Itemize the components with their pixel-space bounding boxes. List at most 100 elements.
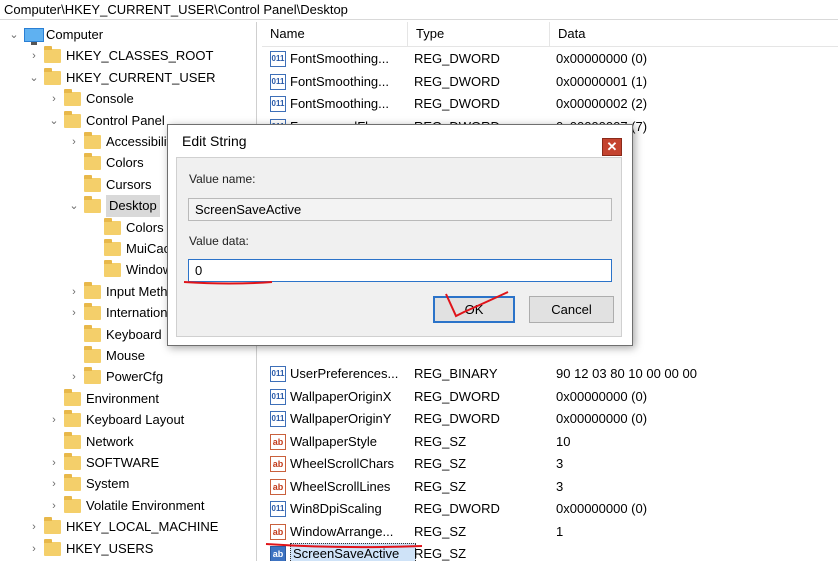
table-row[interactable]: 011 Win8DpiScaling REG_DWORD 0x00000000 (0) (262, 498, 838, 520)
chevron-down-icon[interactable]: ⌄ (48, 110, 60, 132)
chevron-down-icon[interactable]: ⌄ (68, 195, 80, 217)
chevron-right-icon[interactable]: › (48, 409, 60, 431)
table-row[interactable]: ab WheelScrollLines REG_SZ 3 (262, 476, 838, 498)
chevron-right-icon[interactable]: › (48, 88, 60, 110)
tree-node[interactable]: › System (0, 473, 256, 495)
tree-node[interactable]: › SOFTWARE (0, 452, 256, 474)
binary-value-icon: 011 (270, 501, 286, 517)
chevron-right-icon[interactable]: › (48, 473, 60, 495)
chevron-right-icon[interactable]: › (68, 366, 80, 388)
tree-node-label: Keyboard (106, 326, 162, 342)
value-data: 1 (556, 523, 564, 539)
binary-value-icon: 011 (270, 51, 286, 67)
dialog-titlebar[interactable]: Edit String ✕ (168, 125, 632, 157)
table-row[interactable]: ab WindowArrange... REG_SZ 1 (262, 521, 838, 543)
tree-node[interactable]: › Volatile Environment (0, 495, 256, 517)
folder-icon (104, 217, 121, 235)
tree-node-label: Environment (86, 390, 159, 406)
tree-node[interactable]: › Keyboard Layout (0, 409, 256, 431)
table-row[interactable]: 011 UserPreferences... REG_BINARY 90 12 03 … (262, 363, 838, 385)
folder-icon (64, 474, 81, 492)
tree-node[interactable]: ⌄ HKEY_CURRENT_USER (0, 67, 256, 89)
value-name: WindowArrange... (290, 523, 394, 539)
tree-node-label: Volatile Environment (86, 497, 205, 513)
binary-value-icon: 011 (270, 366, 286, 382)
tree-node[interactable]: › HKEY_CLASSES_ROOT (0, 45, 256, 67)
value-type: REG_DWORD (414, 501, 500, 516)
column-header-name[interactable]: Name (262, 22, 408, 46)
column-header-type[interactable]: Type (408, 22, 550, 46)
list-header: Name Type Data (262, 22, 838, 47)
tree-node[interactable]: ⌄ Computer (0, 24, 256, 46)
folder-icon (44, 538, 61, 556)
tree-node-label: PowerCfg (106, 369, 164, 385)
cancel-button[interactable]: Cancel (529, 296, 614, 323)
ok-button[interactable]: OK (433, 296, 515, 323)
folder-icon (64, 110, 81, 128)
tree-node[interactable]: Mouse (0, 345, 256, 367)
tree-node-label: Control Panel (86, 112, 165, 128)
value-name: WheelScrollLines (290, 478, 391, 494)
value-data-label: Value data: (189, 234, 249, 248)
table-row[interactable]: 011 WallpaperOriginY REG_DWORD 0x00000000 (… (262, 408, 838, 430)
close-icon[interactable]: ✕ (602, 138, 622, 156)
value-name-label: Value name: (189, 172, 256, 186)
value-type: REG_SZ (414, 546, 467, 561)
folder-icon (84, 174, 101, 192)
chevron-right-icon[interactable]: › (28, 538, 40, 560)
column-header-data[interactable]: Data (550, 22, 838, 46)
string-value-icon: ab (270, 546, 286, 561)
value-type: REG_DWORD (414, 96, 500, 111)
folder-icon (64, 89, 81, 107)
chevron-down-icon[interactable]: ⌄ (8, 24, 20, 46)
tree-node-label: HKEY_CURRENT_USER (66, 69, 216, 85)
tree-node-label: Network (86, 433, 134, 449)
table-row[interactable]: 011 FontSmoothing... REG_DWORD 0x00000002 (… (262, 93, 838, 115)
tree-node[interactable]: Environment (0, 388, 256, 410)
chevron-right-icon[interactable]: › (68, 281, 80, 303)
tree-node[interactable]: › PowerCfg (0, 366, 256, 388)
folder-icon (84, 281, 101, 299)
tree-node-label: Desktop (106, 195, 160, 218)
tree-node-label: Mouse (106, 348, 146, 363)
string-value-icon: ab (270, 456, 286, 472)
value-data: 90 12 03 80 10 00 00 00 (556, 366, 697, 381)
value-type: REG_BINARY (414, 366, 498, 381)
tree-node[interactable]: › HKEY_USERS (0, 538, 256, 560)
string-value-icon: ab (270, 478, 286, 495)
computer-icon (24, 28, 44, 45)
tree-node-label: Console (86, 91, 134, 107)
chevron-right-icon[interactable]: › (48, 495, 60, 517)
chevron-right-icon[interactable]: › (68, 302, 80, 324)
tree-node-label: Cursors (106, 176, 152, 192)
tree-node[interactable]: › HKEY_LOCAL_MACHINE (0, 516, 256, 538)
value-name: WallpaperStyle (290, 433, 377, 449)
value-data: 3 (556, 478, 564, 494)
value-name: FontSmoothing... (290, 96, 389, 111)
chevron-right-icon[interactable]: › (48, 452, 60, 474)
chevron-right-icon[interactable]: › (28, 45, 40, 67)
folder-icon (104, 239, 121, 256)
table-row[interactable]: ab WallpaperStyle REG_SZ 10 (262, 431, 838, 453)
address-bar[interactable]: Computer\HKEY_CURRENT_USER\Control Panel… (0, 0, 838, 20)
binary-value-icon: 011 (270, 388, 286, 405)
chevron-right-icon[interactable]: › (68, 131, 80, 153)
dialog-title: Edit String (182, 133, 247, 149)
table-row[interactable]: 011 FontSmoothing... REG_DWORD 0x00000001 (… (262, 71, 838, 93)
binary-value-icon: 011 (270, 73, 286, 90)
table-row[interactable]: ab WheelScrollChars REG_SZ 3 (262, 453, 838, 475)
table-row[interactable]: 011 WallpaperOriginX REG_DWORD 0x00000000 (… (262, 386, 838, 408)
tree-node[interactable]: › Console (0, 88, 256, 110)
edit-string-dialog[interactable]: Edit String ✕ Value name: ScreenSaveActi… (167, 124, 633, 346)
tree-node-label: Colors (106, 155, 144, 171)
chevron-down-icon[interactable]: ⌄ (28, 67, 40, 89)
table-row[interactable]: ab ScreenSaveActive REG_SZ (262, 543, 838, 561)
tree-node-label: SOFTWARE (86, 455, 160, 470)
value-data-input[interactable]: 0 (188, 259, 612, 282)
table-row[interactable]: 011 FontSmoothing... REG_DWORD 0x00000000 (… (262, 48, 838, 70)
tree-node[interactable]: Network (0, 431, 256, 453)
value-data: 0x00000000 (0) (556, 411, 648, 426)
tree-node-label: HKEY_CLASSES_ROOT (66, 48, 214, 64)
string-value-icon: ab (270, 523, 286, 540)
chevron-right-icon[interactable]: › (28, 516, 40, 538)
